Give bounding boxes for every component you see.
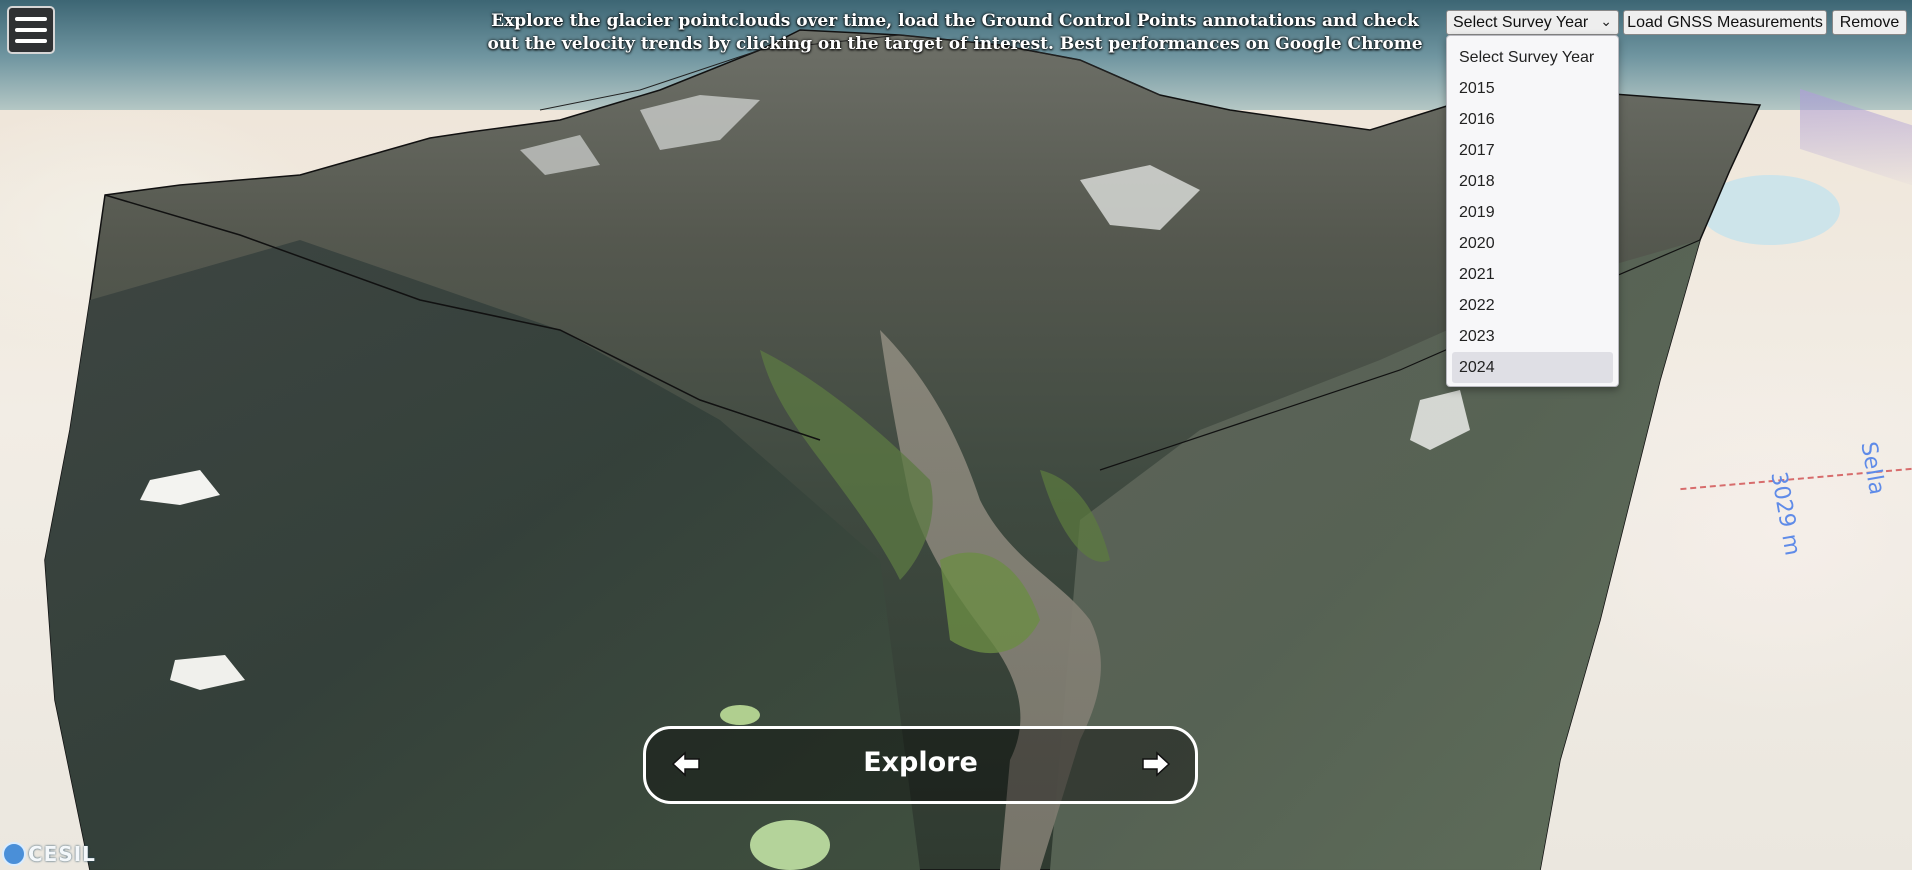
cesium-logo-text: CESIL [28, 842, 96, 866]
arrow-right-icon[interactable] [1141, 749, 1171, 779]
chevron-down-icon: ⌄ [1600, 13, 1612, 29]
survey-year-dropdown[interactable]: Select Survey Year 2015 2016 2017 2018 2… [1446, 35, 1619, 387]
hamburger-menu-button[interactable] [7, 6, 55, 54]
dropdown-option[interactable]: 2018 [1452, 166, 1613, 197]
dropdown-option[interactable]: 2017 [1452, 135, 1613, 166]
dropdown-option[interactable]: 2020 [1452, 228, 1613, 259]
cesium-logo-icon [2, 842, 26, 866]
survey-year-select[interactable]: Select Survey Year ⌄ [1446, 10, 1619, 35]
dropdown-option[interactable]: Select Survey Year [1452, 42, 1613, 73]
page-description: Explore the glacier pointclouds over tim… [487, 11, 1423, 54]
explore-title: Explore [863, 747, 978, 778]
dropdown-option[interactable]: 2015 [1452, 73, 1613, 104]
remove-button[interactable]: Remove [1832, 10, 1907, 35]
cesium-credit-logo[interactable]: CESIL [2, 842, 96, 866]
dropdown-option[interactable]: 2016 [1452, 104, 1613, 135]
dropdown-option-highlighted[interactable]: 2024 [1452, 352, 1613, 383]
dropdown-option[interactable]: 2021 [1452, 259, 1613, 290]
hamburger-menu-icon [15, 28, 47, 32]
dropdown-option[interactable]: 2023 [1452, 321, 1613, 352]
dropdown-option[interactable]: 2022 [1452, 290, 1613, 321]
explore-navigation: Explore [643, 726, 1198, 804]
dropdown-option[interactable]: 2019 [1452, 197, 1613, 228]
survey-year-select-value: Select Survey Year [1453, 13, 1589, 31]
hamburger-menu-icon [15, 39, 47, 43]
hamburger-menu-icon [15, 17, 47, 21]
load-gnss-button[interactable]: Load GNSS Measurements [1623, 10, 1827, 35]
